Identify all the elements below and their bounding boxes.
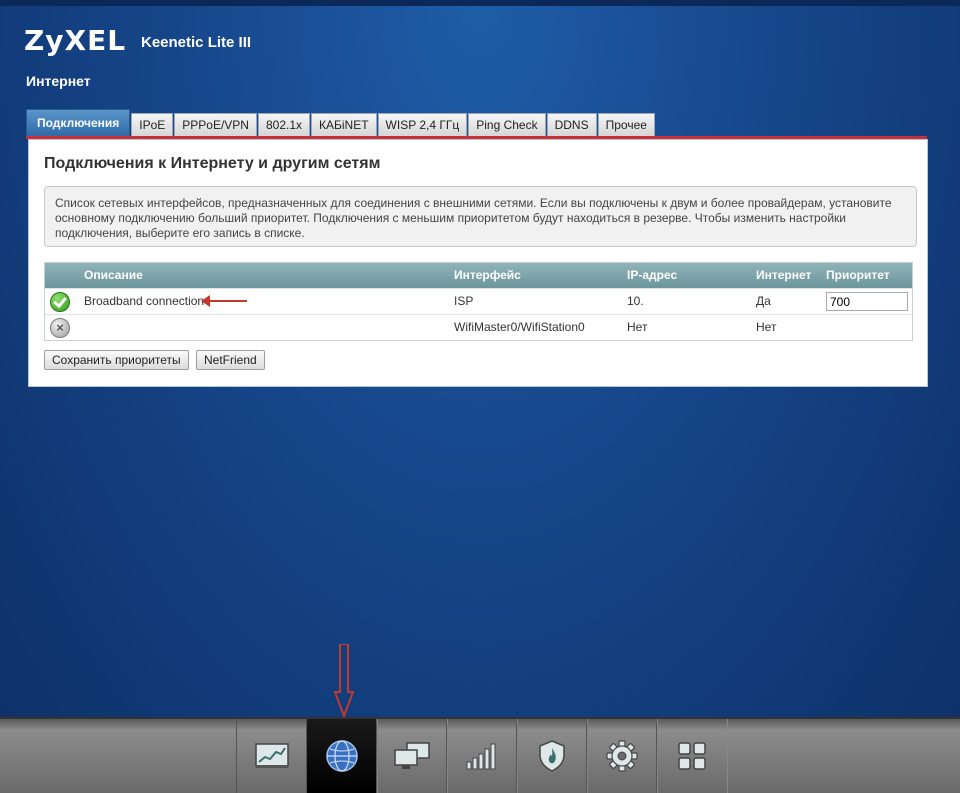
annotation-arrow-down-icon — [334, 644, 354, 718]
row-description[interactable]: Broadband connection — [84, 289, 204, 314]
brand-logo: ZyXEL — [24, 24, 127, 57]
check-icon — [50, 292, 70, 312]
shield-icon — [539, 740, 565, 772]
nav-apps[interactable] — [656, 719, 728, 793]
header-description: Описание — [84, 268, 143, 282]
table-header: Описание Интерфейс IP-адрес Интернет При… — [45, 263, 912, 288]
table-row[interactable]: × WifiMaster0/WifiStation0 Нет Нет — [45, 314, 912, 340]
row-ip: 10. — [627, 294, 644, 308]
device-model: Keenetic Lite III — [141, 34, 252, 51]
row-internet: Да — [756, 294, 771, 308]
section-title: Интернет — [26, 73, 91, 89]
signal-bars-icon — [466, 743, 496, 770]
info-box: Список сетевых интерфейсов, предназначен… — [44, 186, 917, 247]
network-computers-icon — [394, 742, 430, 769]
tab-wisp[interactable]: WISP 2,4 ГГц — [377, 113, 468, 136]
tab-ping-check[interactable]: Ping Check — [468, 113, 546, 136]
nav-home-network[interactable] — [376, 719, 448, 793]
nav-wifi[interactable] — [446, 719, 518, 793]
header-internet: Интернет — [756, 268, 812, 282]
row-interface: ISP — [454, 294, 474, 308]
tab-pppoe-vpn[interactable]: PPPoE/VPN — [174, 113, 257, 136]
header-priority: Приоритет — [826, 268, 890, 282]
tab-8021x[interactable]: 802.1x — [257, 113, 310, 136]
tab-other[interactable]: Прочее — [597, 113, 655, 136]
nav-security[interactable] — [516, 719, 588, 793]
row-interface: WifiMaster0/WifiStation0 — [454, 320, 585, 334]
apps-grid-icon — [678, 742, 706, 770]
nav-system[interactable] — [586, 719, 658, 793]
bottom-nav — [0, 717, 960, 793]
x-icon: × — [50, 318, 70, 338]
table-row[interactable]: Broadband connection ISP 10. Да — [45, 288, 912, 314]
nav-internet[interactable] — [306, 719, 378, 793]
connections-table: Описание Интерфейс IP-адрес Интернет При… — [44, 262, 913, 341]
row-internet: Нет — [756, 320, 777, 334]
header-interface: Интерфейс — [454, 268, 521, 282]
nav-monitor[interactable] — [236, 719, 308, 793]
tab-connections[interactable]: Подключения — [26, 109, 131, 136]
priority-input[interactable] — [826, 292, 908, 311]
gear-icon — [606, 740, 638, 772]
tab-ddns[interactable]: DDNS — [546, 113, 597, 136]
annotation-arrow-left-icon — [201, 295, 247, 307]
tab-bar: Подключения IPoE PPPoE/VPN 802.1x КАБiNE… — [26, 109, 656, 136]
globe-icon — [326, 740, 358, 772]
save-priorities-button[interactable]: Сохранить приоритеты — [44, 350, 189, 370]
tab-ipoe[interactable]: IPoE — [131, 113, 174, 136]
header-ip: IP-адрес — [627, 268, 678, 282]
tab-kabinet[interactable]: КАБiNET — [311, 113, 377, 136]
netfriend-button[interactable]: NetFriend — [196, 350, 265, 370]
content-panel: Подключения к Интернету и другим сетям С… — [28, 139, 928, 387]
row-ip: Нет — [627, 320, 648, 334]
panel-title: Подключения к Интернету и другим сетям — [44, 155, 381, 172]
top-strip — [0, 0, 960, 6]
monitor-chart-icon — [255, 743, 289, 768]
